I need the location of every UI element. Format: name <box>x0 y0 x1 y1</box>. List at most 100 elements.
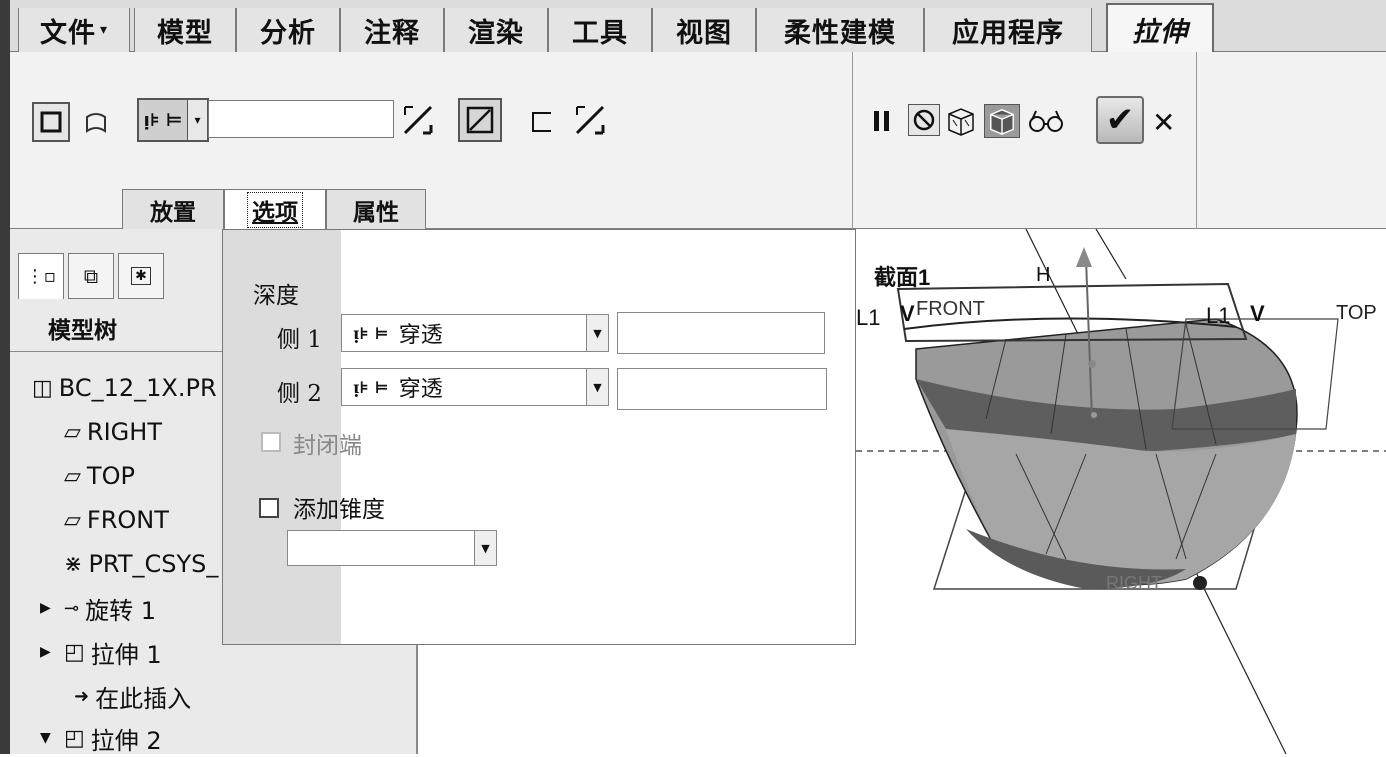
close-icon: ✕ <box>1152 106 1176 139</box>
checkmark-icon: ✔ <box>1105 100 1135 140</box>
insert-arrow-icon: ➜ <box>74 685 90 707</box>
depth-value-input[interactable] <box>208 100 394 138</box>
side1-value: 穿透 <box>398 323 443 348</box>
tree-item-front[interactable]: ▱ FRONT <box>64 501 169 539</box>
expand-arrow-icon[interactable]: ▶ <box>40 600 58 616</box>
tree-item-top[interactable]: ▱ TOP <box>64 457 135 495</box>
tab-annotate-label: 注释 <box>364 17 420 49</box>
folder-browser-icon: ⧉ <box>83 264 99 288</box>
graphics-window[interactable]: 截面1 H FRONT TOP L1 V L1 V RIGHT <box>856 229 1386 754</box>
tab-view[interactable]: 视图 <box>652 8 756 52</box>
tree-item-label: 拉伸 1 <box>90 640 162 669</box>
ribbon-separator <box>1196 52 1197 229</box>
l1-right-label: L1 <box>1206 303 1230 328</box>
chevron-down-icon: ▾ <box>187 100 207 140</box>
tab-annotate[interactable]: 注释 <box>340 8 444 52</box>
tree-item-label: PRT_CSYS_ <box>88 550 219 578</box>
collapse-arrow-icon[interactable]: ▼ <box>40 730 58 746</box>
tree-item-label: BC_12_1X.PR <box>58 374 217 402</box>
tab-applications[interactable]: 应用程序 <box>924 8 1092 52</box>
tab-extrude[interactable]: 拉伸 <box>1106 3 1214 53</box>
surface-icon[interactable] <box>80 106 112 138</box>
tab-tools-label: 工具 <box>572 17 628 49</box>
verify-mode-icon[interactable] <box>944 104 978 138</box>
tab-tools[interactable]: 工具 <box>548 8 652 52</box>
datum-plane-icon: ▱ <box>64 463 81 489</box>
side1-depth-field[interactable] <box>617 312 825 354</box>
tab-render[interactable]: 渲染 <box>444 8 548 52</box>
subtab-properties-label: 属性 <box>353 198 399 226</box>
through-all-icon: ᴉ⊧ ⊨ <box>354 323 389 343</box>
depth-option-dropdown[interactable]: ᴉ⊧ ⊨ ▾ <box>137 98 209 142</box>
cancel-button[interactable]: ✕ <box>1152 106 1175 139</box>
datum-plane-icon: ▱ <box>64 507 81 533</box>
tab-model[interactable]: 模型 <box>134 8 236 52</box>
top-plane-label: TOP <box>1336 302 1377 324</box>
ribbon-separator <box>852 52 853 229</box>
l1-left-label: L1 <box>856 305 880 330</box>
pause-icon[interactable] <box>870 106 894 136</box>
tab-model-label: 模型 <box>157 17 213 49</box>
geometry-preview-icon[interactable] <box>984 104 1020 138</box>
through-all-icon: ᴉ⊧ ⊨ <box>354 377 389 397</box>
tab-file-label: 文件 <box>39 17 96 49</box>
glasses-preview-icon[interactable] <box>1026 104 1066 138</box>
tree-item-label: RIGHT <box>86 418 162 446</box>
tree-item-extrude-2[interactable]: ▼ ◰ 拉伸 2 <box>40 719 162 757</box>
tab-flexible-modeling[interactable]: 柔性建模 <box>756 8 924 52</box>
tree-item-extrude-1[interactable]: ▶ ◰ 拉伸 1 <box>40 633 162 671</box>
tree-icon: ⋮▫ <box>25 266 57 287</box>
right-plane-label: RIGHT <box>1106 573 1162 593</box>
tab-render-label: 渲染 <box>468 17 524 49</box>
tab-analysis[interactable]: 分析 <box>236 8 340 52</box>
solid-icon[interactable] <box>32 102 70 142</box>
side1-depth-select[interactable]: ᴉ⊧ ⊨ 穿透 ▼ <box>341 314 609 352</box>
tree-item-label: 旋转 1 <box>85 596 156 625</box>
subtab-options-label: 选项 <box>247 191 303 228</box>
tree-item-revolve-1[interactable]: ▶ ⊸ 旋转 1 <box>40 589 156 627</box>
no-preview-icon[interactable] <box>908 104 940 136</box>
tree-item-label: 拉伸 2 <box>90 726 162 755</box>
ribbon-tab-bar: 文件 ▾ 模型 分析 注释 渲染 工具 视图 柔性建模 应用程序 拉伸 <box>0 0 1386 754</box>
tree-item-right[interactable]: ▱ RIGHT <box>64 413 162 451</box>
expand-arrow-icon[interactable]: ▶ <box>40 644 58 660</box>
chevron-down-icon: ▼ <box>586 315 608 351</box>
subtab-properties[interactable]: 属性 <box>326 189 426 229</box>
window-left-edge <box>0 0 10 754</box>
subtab-placement[interactable]: 放置 <box>122 189 224 229</box>
add-taper-label: 添加锥度 <box>293 497 385 523</box>
chevron-down-icon: ▾ <box>99 22 109 38</box>
thicken-sketch-icon[interactable] <box>526 106 558 138</box>
capped-ends-checkbox[interactable] <box>261 432 281 452</box>
tree-item-part[interactable]: ◫ BC_12_1X.PR <box>32 369 217 407</box>
through-all-icon: ᴉ⊧ ⊨ <box>143 109 183 131</box>
depth-label: 深度 <box>253 283 299 309</box>
side2-label: 侧 2 <box>277 381 322 407</box>
tree-item-csys[interactable]: ⋇ PRT_CSYS_ <box>64 545 218 583</box>
taper-angle-select[interactable]: ▼ <box>287 530 497 566</box>
model-viewport: 截面1 H FRONT TOP L1 V L1 V RIGHT <box>856 229 1386 754</box>
subtab-options[interactable]: 选项 <box>224 189 326 229</box>
remove-material-icon[interactable] <box>458 98 502 142</box>
capped-ends-label: 封闭端 <box>293 433 362 459</box>
side2-depth-field[interactable] <box>617 368 827 410</box>
datum-plane-icon: ▱ <box>64 419 81 445</box>
tab-file[interactable]: 文件 ▾ <box>18 8 130 52</box>
front-plane-label: FRONT <box>916 298 985 320</box>
favorites-tab[interactable]: ✱ <box>118 253 164 299</box>
extrude-icon: ◰ <box>64 725 85 751</box>
favorites-icon: ✱ <box>131 267 151 285</box>
part-icon: ◫ <box>32 375 53 401</box>
tab-view-label: 视图 <box>676 17 732 49</box>
flip-material-side-icon[interactable] <box>572 102 608 138</box>
extrude-icon: ◰ <box>64 639 85 665</box>
side2-depth-select[interactable]: ᴉ⊧ ⊨ 穿透 ▼ <box>341 368 609 406</box>
h-label: H <box>1036 264 1050 286</box>
ok-button[interactable]: ✔ <box>1096 96 1144 144</box>
tree-item-insert-here[interactable]: ➜ 在此插入 <box>74 677 191 715</box>
model-tree-tab[interactable]: ⋮▫ <box>18 253 64 299</box>
chevron-down-icon: ▼ <box>586 369 608 405</box>
add-taper-checkbox[interactable] <box>259 498 279 518</box>
folder-browser-tab[interactable]: ⧉ <box>68 253 114 299</box>
flip-depth-direction-icon[interactable] <box>400 102 436 138</box>
